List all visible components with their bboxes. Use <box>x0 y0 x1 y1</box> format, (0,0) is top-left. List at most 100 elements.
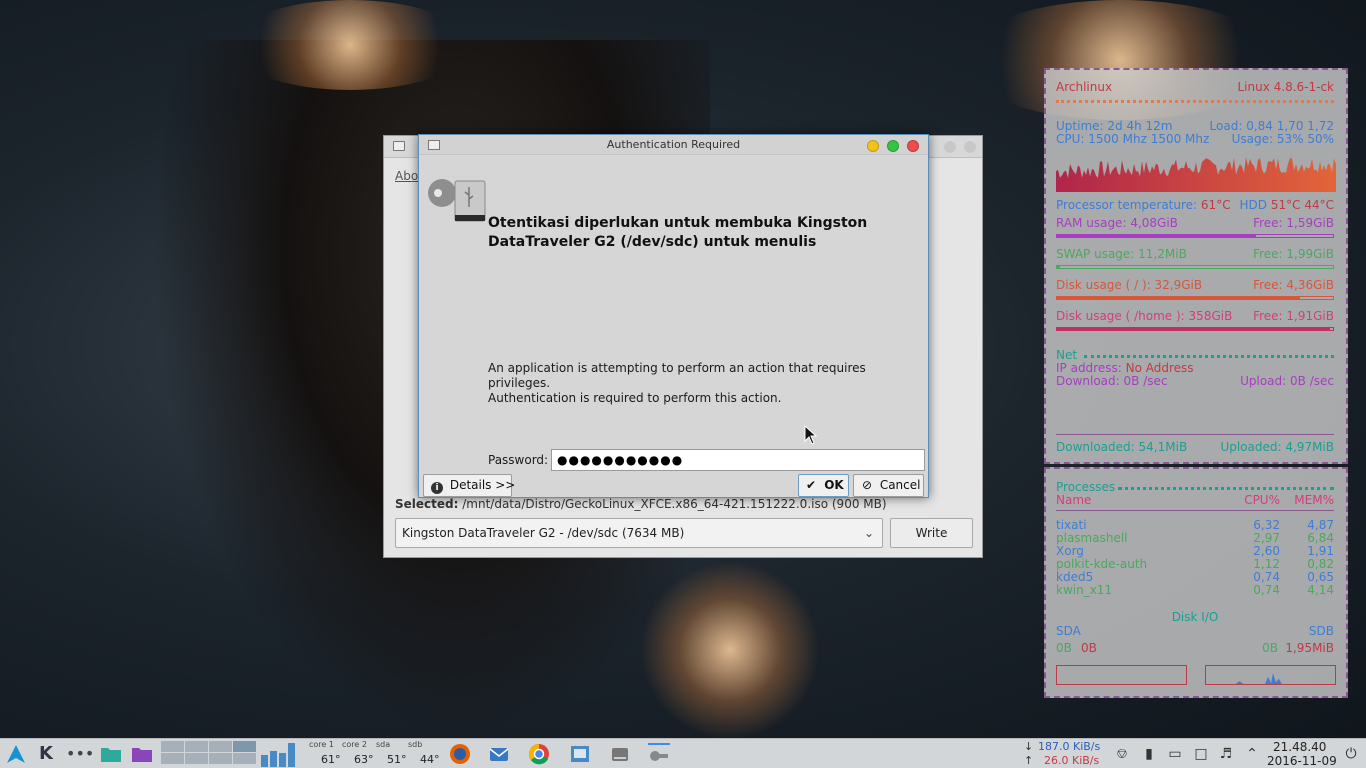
disk-icon[interactable] <box>609 743 631 765</box>
clock-time[interactable]: 21.48.40 <box>1273 740 1326 754</box>
firefox-icon[interactable] <box>449 743 471 765</box>
load-label: Load: <box>1209 119 1243 133</box>
virtual-desktop-pager[interactable] <box>161 739 257 767</box>
process-cpu: 2,97 <box>1253 531 1280 545</box>
authentication-dialog: Authentication Required Otentikasi diper… <box>418 134 929 498</box>
checkmark-icon: ✔ <box>805 478 817 492</box>
maximize-button[interactable] <box>887 140 899 152</box>
conky-processes-panel: Processes Name MEM% CPU% tixati 6,32 4,8… <box>1044 467 1348 698</box>
divider <box>1118 487 1334 490</box>
swap-label: SWAP usage: <box>1056 247 1135 261</box>
selected-prefix: Selected: <box>395 497 459 511</box>
col-cpu: CPU% <box>1244 493 1280 507</box>
sdb-io-graph <box>1205 665 1336 685</box>
wallpaper-fire-glow <box>640 560 820 740</box>
pager-desktop-6[interactable] <box>185 753 208 764</box>
battery-icon[interactable]: ▮ <box>1140 745 1158 763</box>
selected-path: /mnt/data/Distro/GeckoLinux_XFCE.x86_64-… <box>462 497 887 511</box>
process-cpu: 2,60 <box>1253 544 1280 558</box>
process-row: tixati 6,32 4,87 <box>1056 518 1334 532</box>
net-graph-baseline <box>1056 434 1334 435</box>
core2-temp: 63° <box>354 753 374 766</box>
write-button[interactable]: Write <box>890 518 973 548</box>
download-label: Download: <box>1056 374 1120 388</box>
sda-io-graph <box>1056 665 1187 685</box>
password-field[interactable] <box>551 449 925 471</box>
process-row: plasmashell 2,97 6,84 <box>1056 531 1334 545</box>
taskbar: K ••• core 1 core 2 sda sdb 61° 63° 51° … <box>0 738 1366 768</box>
password-label: Password: <box>488 453 549 467</box>
downloaded-value: 54,1MiB <box>1138 440 1188 454</box>
ram-usage-bar <box>1056 234 1334 238</box>
overflow-icon[interactable]: ••• <box>66 743 94 765</box>
pager-desktop-2[interactable] <box>185 741 208 752</box>
details-button[interactable]: i Details >> <box>423 474 515 497</box>
volume-icon[interactable]: ♬ <box>1217 745 1235 763</box>
chevron-up-icon[interactable]: ⌃ <box>1243 745 1261 763</box>
key-icon[interactable] <box>648 743 670 765</box>
chrome-icon[interactable] <box>528 743 550 765</box>
pager-desktop-1[interactable] <box>161 741 184 752</box>
usage-label: Usage: <box>1231 132 1273 146</box>
upload-label: Upload: <box>1240 374 1287 388</box>
arch-menu-icon[interactable] <box>5 743 27 765</box>
process-row: kded5 0,74 0,65 <box>1056 570 1334 584</box>
ok-button-label: OK <box>824 478 844 492</box>
cancel-button-label: Cancel <box>879 478 921 492</box>
folder-icon[interactable] <box>131 743 153 765</box>
ok-button[interactable]: ✔ OK <box>798 474 849 497</box>
disk-home-label: Disk usage ( /home ): <box>1056 309 1185 323</box>
monitor-icon[interactable]: ▭ <box>1166 745 1184 763</box>
load-value: 0,84 1,70 1,72 <box>1246 119 1334 133</box>
dialog-heading: Otentikasi diperlukan untuk membuka King… <box>488 215 868 250</box>
net-label: Net <box>1056 348 1078 362</box>
divider <box>1056 100 1334 103</box>
thunderbird-icon[interactable] <box>488 743 510 765</box>
down-arrow-icon: ↓ <box>1024 740 1034 753</box>
process-name: Xorg <box>1056 544 1084 558</box>
device-select[interactable]: Kingston DataTraveler G2 - /dev/sdc (763… <box>395 518 883 548</box>
kde-icon[interactable]: K <box>35 743 57 765</box>
minimize-button[interactable] <box>944 141 956 153</box>
hdd-temp-value: 51°C 44°C <box>1270 198 1334 212</box>
proc-temp-label: Processor temperature: <box>1056 198 1198 212</box>
folder-icon[interactable] <box>100 743 122 765</box>
window-app-icon <box>393 141 405 151</box>
pager-desktop-8[interactable] <box>233 753 256 764</box>
process-cpu: 0,74 <box>1253 570 1280 584</box>
pager-desktop-5[interactable] <box>161 753 184 764</box>
sda-label: sda <box>376 740 391 749</box>
clipboard-icon[interactable]: □ <box>1192 745 1210 763</box>
disk-root-free-label: Free: <box>1253 278 1283 292</box>
info-icon: i <box>431 482 443 494</box>
disk-root-value: 32,9GiB <box>1154 278 1203 292</box>
sdb-label: sdb <box>408 740 423 749</box>
pager-desktop-4[interactable] <box>233 741 256 752</box>
disk-root-usage-bar <box>1056 296 1334 300</box>
minimize-button[interactable] <box>867 140 879 152</box>
about-link[interactable]: Abo <box>395 169 418 183</box>
ip-value: No Address <box>1125 361 1194 375</box>
close-button[interactable] <box>907 140 919 152</box>
dialog-titlebar: Authentication Required <box>419 135 928 155</box>
swap-free-value: 1,99GiB <box>1286 247 1334 261</box>
cancel-button[interactable]: ⊘ Cancel <box>853 474 924 497</box>
power-icon[interactable]: ⏻ <box>1342 745 1360 763</box>
pager-desktop-7[interactable] <box>209 753 232 764</box>
details-button-label: Details >> <box>449 478 516 492</box>
uploaded-label: Uploaded: <box>1220 440 1282 454</box>
usage-value: 53% 50% <box>1276 132 1334 146</box>
close-button[interactable] <box>964 141 976 153</box>
dialog-message: An application is attempting to perform … <box>488 361 928 406</box>
swap-free-label: Free: <box>1253 247 1283 261</box>
pager-desktop-3[interactable] <box>209 741 232 752</box>
device-select-value: Kingston DataTraveler G2 - /dev/sdc (763… <box>402 526 685 540</box>
sdb-label: SDB <box>1308 624 1334 638</box>
file-manager-icon[interactable] <box>569 743 591 765</box>
chevron-down-icon: ⌄ <box>863 526 874 540</box>
core1-temp: 61° <box>321 753 341 766</box>
process-mem: 4,87 <box>1307 518 1334 532</box>
usb-icon[interactable]: ⎊ <box>1113 745 1131 763</box>
swap-usage-bar <box>1056 265 1334 269</box>
clock-date[interactable]: 2016-11-09 <box>1267 754 1337 768</box>
